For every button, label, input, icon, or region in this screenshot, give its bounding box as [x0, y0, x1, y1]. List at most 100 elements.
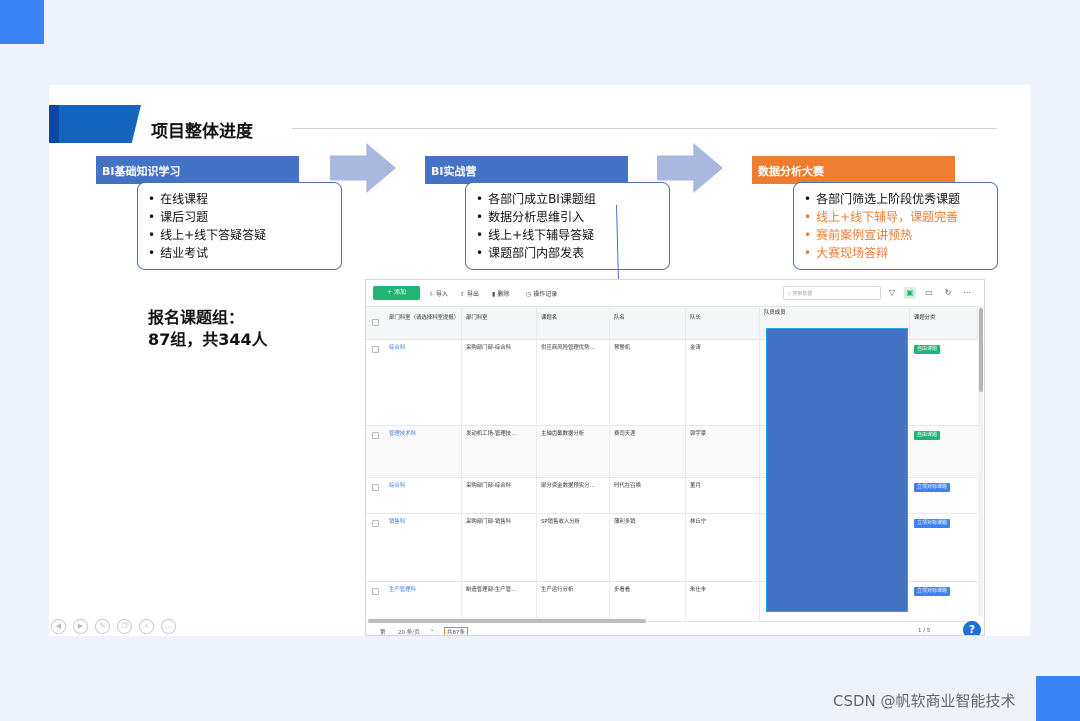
row-checkbox[interactable] [372, 588, 379, 595]
category-cell: 立项对标课题 [910, 582, 978, 622]
category-cell: 自由课题 [910, 426, 978, 478]
presentation-slide: 项目整体进度 BI基础知识学习 BI实战营 数据分析大赛 在线课程 课后习题 线… [49, 85, 1030, 636]
redacted-members-block [766, 328, 908, 612]
signup-summary: 报名课题组： 87组，共344人 [148, 307, 268, 351]
column-header: 课题分类 [910, 307, 978, 340]
leader-cell: 金涛 [686, 340, 760, 426]
column-header: 部门科室（请选择科室提报） [385, 307, 462, 340]
total-count: 共87条 [444, 627, 468, 635]
add-button[interactable]: + 添加 [373, 286, 420, 300]
vertical-scroll-thumb[interactable] [979, 308, 983, 392]
status-badge: 立项对标课题 [914, 483, 951, 492]
topic-cell: 供应商风险管理优势… [537, 340, 610, 426]
list-item: 结业考试 [148, 244, 331, 262]
search-input[interactable]: ⌕ 搜索数据 [783, 286, 881, 300]
watermark: CSDN @帆软商业智能技术 [833, 692, 1016, 710]
horizontal-scrollbar[interactable] [368, 619, 646, 623]
team-cell: 步看看 [610, 582, 686, 622]
leader-cell: 林丘宁 [686, 514, 760, 582]
row-checkbox[interactable] [372, 432, 379, 439]
column-header: 队名 [610, 307, 686, 340]
pager-prefix: 第 [380, 630, 386, 636]
card-icon[interactable]: ▭ [923, 287, 935, 299]
topic-cell: SP销售收入分析 [537, 514, 610, 582]
page-title: 项目整体进度 [151, 122, 253, 142]
team-cell: 时代在召唤 [610, 478, 686, 514]
corner-decoration-top-left [0, 0, 44, 44]
trash-icon: ▮ [492, 291, 496, 298]
signup-count: 87组，共344人 [148, 330, 268, 349]
topic-cell: 主轴齿截数据分析 [537, 426, 610, 478]
row-checkbox[interactable] [372, 484, 379, 491]
dept-link[interactable]: 生产管理科 [385, 582, 462, 622]
import-button[interactable]: ⇩ 导入 [429, 289, 448, 298]
select-all-checkbox[interactable] [372, 319, 379, 326]
status-badge: 立项对标课题 [914, 587, 951, 596]
list-item: 线上+线下辅导，课题完善 [804, 208, 987, 226]
leader-cell: 郭宇豪 [686, 426, 760, 478]
embedded-table-app: + 添加 ⇩ 导入 ⇧ 导出 ▮ 删除 ◷ 操作记录 ⌕ 搜索数据 ▽ ▣ ▭ ↻ ⋯ … [365, 279, 985, 636]
dept-link[interactable]: 综合科 [385, 478, 462, 514]
zoom-icon[interactable]: ⌕ [139, 619, 154, 634]
dept-link[interactable]: 管理技术科 [385, 426, 462, 478]
view-icon[interactable]: ▣ [904, 287, 916, 299]
list-item: 数据分析思维引入 [476, 208, 659, 226]
list-item: 线上+线下答疑答疑 [148, 226, 331, 244]
topic-cell: 生产运行分析 [537, 582, 610, 622]
import-icon: ⇩ [429, 291, 435, 298]
row-checkbox[interactable] [372, 346, 379, 353]
more-icon[interactable]: … [161, 619, 176, 634]
more-icon[interactable]: ⋯ [961, 287, 973, 299]
help-icon[interactable]: ? [963, 621, 981, 635]
list-item: 线上+线下辅导答疑 [476, 226, 659, 244]
title-tab-decoration [49, 105, 141, 143]
dept-cell: 采购部门部-综合科 [462, 340, 537, 426]
refresh-icon[interactable]: ↻ [942, 287, 954, 299]
status-badge: 自由课题 [914, 345, 941, 354]
chevron-down-icon[interactable]: ⌄ [430, 627, 435, 633]
leader-cell: 朱仕丰 [686, 582, 760, 622]
column-header: 课题名 [537, 307, 610, 340]
list-item: 课后习题 [148, 208, 331, 226]
table-footer: 第 20 条/页 ⌄ 共87条 1 / 5 [366, 624, 984, 636]
team-cell: 费司天涯 [610, 426, 686, 478]
log-button[interactable]: ◷ 操作记录 [526, 289, 557, 298]
table-toolbar: + 添加 ⇩ 导入 ⇧ 导出 ▮ 删除 ◷ 操作记录 ⌕ 搜索数据 ▽ ▣ ▭ ↻ ⋯ [366, 280, 984, 306]
filter-icon[interactable]: ▽ [886, 287, 898, 299]
row-checkbox[interactable] [372, 520, 379, 527]
team-cell: 预警机 [610, 340, 686, 426]
column-header: 队长 [686, 307, 760, 340]
page-size-select[interactable]: 20 条/页 [398, 628, 420, 635]
dept-cell: 采购部门部-综合科 [462, 478, 537, 514]
dept-link[interactable]: 销售科 [385, 514, 462, 582]
export-button[interactable]: ⇧ 导出 [460, 289, 479, 298]
phase-2-list: 各部门成立BI课题组 数据分析思维引入 线上+线下辅导答疑 课题部门内部发表 [465, 182, 670, 270]
pen-icon[interactable]: ✎ [95, 619, 110, 634]
phase-3-list: 各部门筛选上阶段优秀课题 线上+线下辅导，课题完善 赛前案例宣讲预热 大赛现场答… [793, 182, 998, 270]
list-item: 各部门成立BI课题组 [476, 190, 659, 208]
dept-cell: 发动机工场-管理技… [462, 426, 537, 478]
next-icon[interactable]: ▶ [73, 619, 88, 634]
status-badge: 自由课题 [914, 431, 941, 440]
signup-label: 报名课题组： [148, 308, 245, 327]
dept-link[interactable]: 综合科 [385, 340, 462, 426]
corner-decoration-bottom-right [1036, 676, 1080, 721]
phase-2-header: BI实战营 [425, 156, 628, 184]
category-cell: 立项对标课题 [910, 478, 978, 514]
column-header: 部门科室 [462, 307, 537, 340]
dept-cell: 制造管理部-生产管… [462, 582, 537, 622]
status-badge: 立项对标课题 [914, 519, 951, 528]
delete-button[interactable]: ▮ 删除 [492, 289, 509, 298]
title-tab-accent [49, 105, 59, 143]
pager[interactable]: 1 / 5 [918, 628, 930, 634]
category-cell: 立项对标课题 [910, 514, 978, 582]
previous-icon[interactable]: ◀ [51, 619, 66, 634]
copy-icon[interactable]: ❐ [117, 619, 132, 634]
list-item: 课题部门内部发表 [476, 244, 659, 262]
clock-icon: ◷ [526, 291, 532, 298]
list-item: 赛前案例宣讲预热 [804, 226, 987, 244]
topic-cell: 部分资金数据预实分… [537, 478, 610, 514]
phase-1-list: 在线课程 课后习题 线上+线下答疑答疑 结业考试 [137, 182, 342, 270]
title-divider [292, 128, 997, 129]
list-item: 大赛现场答辩 [804, 244, 987, 262]
